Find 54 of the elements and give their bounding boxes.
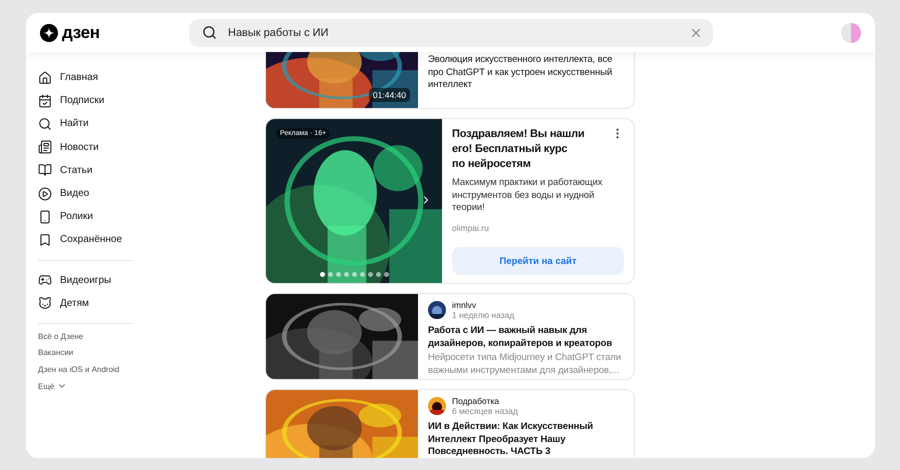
footer-link[interactable]: Вакансии [38,348,265,365]
book-icon [38,163,52,178]
carousel-dot[interactable] [384,272,388,277]
sidebar-item[interactable]: Детям [38,292,265,315]
play-icon [38,186,52,201]
post-time: 1 неделю назад [452,310,514,320]
visit-site-button[interactable]: Перейти на сайт [452,247,624,275]
carousel-dot[interactable] [360,272,364,277]
card-text: Нейросети типа Midjourney и ChatGPT стали важными инструментами для дизайнеров,... [428,352,622,377]
sidebar-item[interactable]: Видео [38,182,265,206]
carousel-dot[interactable] [320,272,324,277]
carousel-dot[interactable] [376,272,380,277]
phone-icon [38,210,52,224]
search-field[interactable]: Навык работы с ИИ [189,18,713,46]
logo-text: дзен [62,22,100,42]
search-icon [38,116,52,131]
article-card[interactable]: Подработка 6 месяцев назад ИИ в Действии: Как Искусственный Интеллект Преобразует Нашу Повседневность. ЧАСТЬ 3 [265,389,635,458]
search-icon [202,24,217,40]
bookmark-icon [38,232,52,247]
ad-text: Максимум практики и работающих инструментов без воды и нудной теории! [452,177,604,214]
ad-title: Поздравляем! Вы нашли его! Бесплатный курс по нейросетям [452,127,586,172]
avatar[interactable] [841,22,861,42]
author-name[interactable]: Подработка [452,396,518,406]
duration-badge: 01:44:40 [368,88,410,102]
home-icon [38,70,52,85]
footer-link[interactable]: Всё о Дзене [38,332,265,348]
newspaper-icon [38,140,52,154]
sidebar-item[interactable]: Сохранённое [38,228,265,252]
carousel-dot[interactable] [328,272,332,277]
sidebar-item[interactable]: Новости [38,136,265,159]
cat-icon [38,296,52,310]
sidebar-item[interactable]: Подписки [38,89,265,112]
video-card[interactable]: 01:44:40 Эволюция искусственного интеллекта, все про ChatGPT и как устроен искусственный интеллект [265,52,635,109]
sidebar-item[interactable]: Главная [38,66,265,90]
carousel-dot[interactable] [352,272,356,277]
footer-link[interactable]: Дзен на iOS и Android [38,364,265,382]
post-time: 6 месяцев назад [452,406,518,416]
sidebar-item[interactable]: Найти [38,112,265,136]
author-name[interactable]: imnlvv [452,300,514,310]
ad-domain: olimpai.ru [452,222,490,232]
card-title: ИИ в Действии: Как Искусственный Интеллект Преобразует Нашу Повседневность. ЧАСТЬ 3 [428,421,594,458]
carousel-dot[interactable] [368,272,372,277]
sidebar-item[interactable]: Ролики [38,205,265,228]
calendar-icon [38,94,52,108]
gamepad-icon [38,273,52,288]
card-title: Работа с ИИ — важный навык для дизайнеров, копирайтеров и креаторов [428,325,614,350]
logo-icon [40,24,58,42]
carousel-dot[interactable] [344,272,348,277]
sidebar-item[interactable]: Статьи [38,158,265,182]
card-title: Эволюция искусственного интеллекта, все про ChatGPT и как устроен искусственный интеллект [428,54,614,92]
article-card[interactable]: imnlvv 1 неделю назад Работа с ИИ — важный навык для дизайнеров, копирайтеров и креаторов Нейросети типа Midjourney и ChatGPT стали важными инструментами для дизайнеров,... [265,293,635,380]
sidebar-item[interactable]: Видеоигры [38,268,265,292]
more-link[interactable]: Ещё [38,381,265,392]
carousel-dot[interactable] [336,272,340,277]
